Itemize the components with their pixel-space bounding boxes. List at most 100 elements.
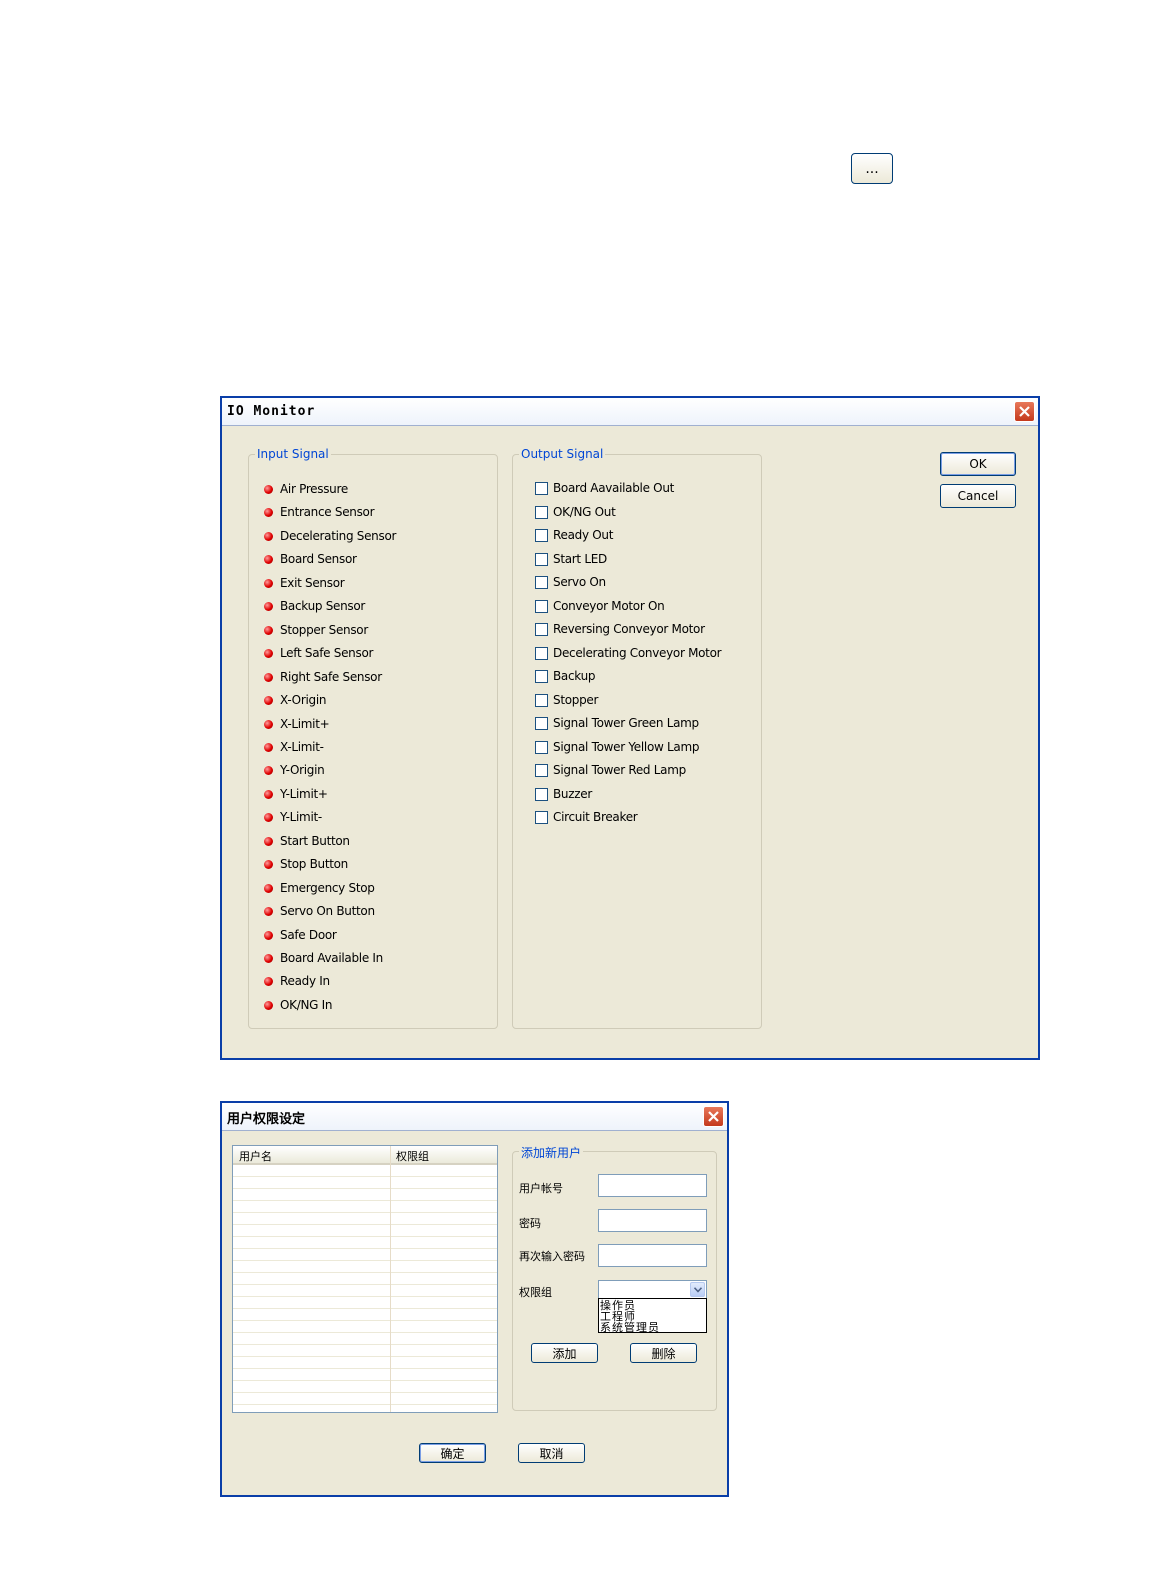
input-signal-label: Safe Door <box>280 927 337 942</box>
column-header-role[interactable]: 权限组 <box>396 1148 429 1164</box>
led-indicator-icon <box>264 930 273 940</box>
role-label: 权限组 <box>519 1286 552 1299</box>
input-signal-label: Servo On Button <box>280 904 375 919</box>
led-indicator-icon <box>264 766 273 776</box>
input-signal-label: OK/NG In <box>280 997 333 1012</box>
ok-button[interactable]: OK <box>940 452 1016 476</box>
output-checkbox[interactable] <box>535 764 548 777</box>
close-icon <box>708 1111 719 1122</box>
output-signal-label: Start LED <box>553 551 607 566</box>
output-signal-label: Stopper <box>553 692 599 707</box>
account-input[interactable] <box>598 1174 707 1197</box>
led-indicator-icon <box>264 883 273 893</box>
title-bar: IO Monitor <box>222 398 1038 426</box>
role-combobox[interactable] <box>598 1280 707 1299</box>
input-signal-label: X-Origin <box>280 693 327 708</box>
column-header-username[interactable]: 用户名 <box>239 1148 272 1164</box>
input-signal-label: Decelerating Sensor <box>280 528 397 543</box>
close-button[interactable] <box>703 1106 724 1127</box>
input-signal-label: Stopper Sensor <box>280 622 368 637</box>
output-checkbox[interactable] <box>535 740 548 754</box>
output-checkbox[interactable] <box>535 717 548 730</box>
input-signal-label: Emergency Stop <box>280 880 375 895</box>
output-checkbox[interactable] <box>535 599 548 613</box>
output-signal-label: Backup <box>553 669 596 683</box>
output-signal-label: OK/NG Out <box>553 504 616 519</box>
output-signal-label: Signal Tower Red Lamp <box>553 763 686 777</box>
led-indicator-icon <box>264 555 273 565</box>
input-signal-label: Board Sensor <box>280 552 357 567</box>
window-title: 用户权限设定 <box>227 1112 306 1127</box>
role-dropdown-list: 操作员 工程师 系统管理员 <box>598 1298 707 1333</box>
led-indicator-icon <box>264 907 273 917</box>
password-input[interactable] <box>598 1209 707 1232</box>
output-signal-label: Buzzer <box>553 786 592 801</box>
input-signal-label: Ready In <box>280 974 330 989</box>
output-checkbox[interactable] <box>535 505 548 519</box>
cancel-button[interactable]: 取消 <box>518 1443 585 1463</box>
confirm-password-label: 再次输入密码 <box>519 1250 585 1263</box>
output-checkbox[interactable] <box>535 552 548 566</box>
account-label: 用户帐号 <box>519 1182 563 1195</box>
user-list[interactable]: 用户名 权限组 <box>232 1145 498 1413</box>
output-signal-legend: Output Signal <box>519 447 606 461</box>
led-indicator-icon <box>264 789 273 799</box>
led-indicator-icon <box>264 649 273 659</box>
column-separator <box>390 1146 391 1412</box>
input-signal-label: Entrance Sensor <box>280 505 375 520</box>
output-checkbox[interactable] <box>535 529 548 542</box>
led-indicator-icon <box>264 672 273 682</box>
input-signal-label: Left Safe Sensor <box>280 646 374 661</box>
output-checkbox[interactable] <box>535 623 548 636</box>
output-signal-label: Signal Tower Green Lamp <box>553 716 699 730</box>
output-checkbox[interactable] <box>535 670 548 683</box>
close-button[interactable] <box>1014 401 1035 422</box>
user-permission-window: 用户权限设定 用户名 权限组 添加新用户 用户帐号 密码 再次输入密码 权限组 <box>220 1101 729 1497</box>
add-user-group: 添加新用户 用户帐号 密码 再次输入密码 权限组 操作员 工程师 系统管理员 添… <box>512 1144 717 1411</box>
role-option[interactable]: 系统管理员 <box>600 1322 660 1333</box>
input-signal-label: X-Limit+ <box>280 716 330 731</box>
cancel-button[interactable]: Cancel <box>940 484 1016 508</box>
led-indicator-icon <box>264 860 273 870</box>
confirm-button[interactable]: 确定 <box>419 1443 486 1463</box>
user-list-header: 用户名 权限组 <box>233 1146 497 1165</box>
output-checkbox[interactable] <box>535 811 548 824</box>
password-label: 密码 <box>519 1217 541 1230</box>
led-indicator-icon <box>264 813 273 823</box>
input-signal-label: Stop Button <box>280 857 348 872</box>
led-indicator-icon <box>264 977 273 987</box>
led-indicator-icon <box>264 836 273 846</box>
output-checkbox[interactable] <box>535 576 548 589</box>
output-checkbox[interactable] <box>535 482 548 495</box>
output-signal-label: Ready Out <box>553 528 614 542</box>
output-checkbox[interactable] <box>535 646 548 660</box>
delete-button[interactable]: 删除 <box>630 1343 697 1363</box>
output-signal-label: Circuit Breaker <box>553 810 638 824</box>
led-indicator-icon <box>264 485 273 494</box>
input-signal-label: Y-Limit- <box>280 810 322 825</box>
input-signal-group: Input Signal Air Pressure Entrance Sensor… <box>248 447 498 1029</box>
led-indicator-icon <box>264 1000 273 1010</box>
output-signal-label: Conveyor Motor On <box>553 598 665 613</box>
confirm-password-input[interactable] <box>598 1244 707 1267</box>
add-button[interactable]: 添加 <box>531 1343 598 1363</box>
output-checkbox[interactable] <box>535 693 548 707</box>
output-checkbox[interactable] <box>535 787 548 801</box>
led-indicator-icon <box>264 531 273 541</box>
window-title: IO Monitor <box>227 404 316 419</box>
dropdown-button[interactable] <box>690 1282 705 1297</box>
io-monitor-window: IO Monitor Input Signal Air Pressure Entr… <box>220 396 1040 1060</box>
output-signal-group: Output Signal Board Aavailable Out OK/NG … <box>512 447 762 1029</box>
input-signal-label: Board Available In <box>280 951 383 965</box>
input-signal-legend: Input Signal <box>255 447 331 461</box>
output-signal-label: Reversing Conveyor Motor <box>553 622 705 636</box>
input-signal-label: X-Limit- <box>280 739 324 754</box>
input-signal-label: Air Pressure <box>280 482 348 496</box>
led-indicator-icon <box>264 602 273 612</box>
chevron-down-icon <box>694 1287 702 1293</box>
output-signal-label: Signal Tower Yellow Lamp <box>553 739 700 754</box>
input-signal-label: Y-Limit+ <box>280 786 328 801</box>
input-signal-label: Backup Sensor <box>280 599 366 614</box>
browse-button[interactable]: ... <box>851 153 893 184</box>
led-indicator-icon <box>264 696 273 706</box>
